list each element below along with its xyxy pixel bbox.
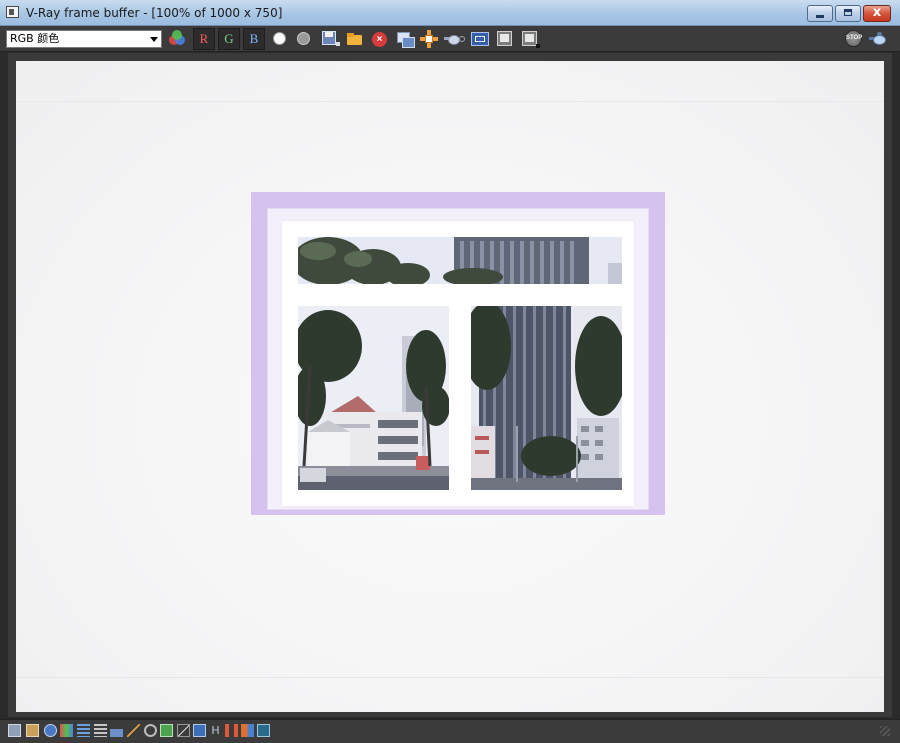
status-bar: H	[0, 719, 900, 743]
compare-a-icon[interactable]	[495, 29, 515, 49]
stop-render-icon[interactable]: STOP	[844, 29, 864, 49]
abc-split-icon[interactable]	[241, 724, 254, 737]
compare-b-icon[interactable]	[520, 29, 540, 49]
save-image-icon[interactable]	[320, 29, 340, 49]
info-icon[interactable]	[44, 724, 57, 737]
left-pane	[298, 306, 449, 490]
window-sash	[282, 221, 634, 506]
window-title: V-Ray frame buffer - [100% of 1000 x 750…	[26, 6, 283, 20]
white-circle-icon[interactable]	[270, 29, 290, 49]
window-frame	[251, 192, 665, 515]
levels-icon[interactable]	[77, 724, 90, 737]
render-viewport[interactable]	[8, 53, 892, 717]
city-view-right	[471, 306, 622, 490]
transom-pane	[298, 237, 622, 284]
stamp-icon[interactable]	[160, 724, 173, 737]
vfb-history-icon[interactable]	[8, 724, 21, 737]
lut-icon[interactable]	[60, 724, 73, 737]
track-mouse-icon[interactable]	[419, 29, 439, 49]
follow-mouse-icon[interactable]	[225, 724, 238, 737]
ocio-icon[interactable]	[257, 724, 270, 737]
minimize-button[interactable]	[807, 5, 833, 22]
render-last-icon[interactable]	[444, 29, 465, 49]
rendered-image[interactable]	[16, 61, 884, 712]
color-corrections-icon[interactable]	[26, 724, 39, 737]
histogram-icon[interactable]: H	[209, 724, 222, 737]
app-icon[interactable]	[6, 6, 19, 18]
resize-grip-icon[interactable]	[880, 726, 890, 736]
title-bar: V-Ray frame buffer - [100% of 1000 x 750…	[0, 0, 900, 26]
duplicate-to-max-icon[interactable]	[395, 29, 415, 49]
close-icon: x	[872, 5, 882, 20]
color-correction-icon[interactable]	[167, 29, 187, 49]
test-resolution-icon[interactable]	[193, 724, 206, 737]
render-teapot-icon[interactable]	[869, 29, 889, 49]
lens-effects-icon[interactable]	[144, 724, 157, 737]
window-reveal	[267, 208, 649, 510]
channel-select-value: RGB 颜色	[10, 32, 60, 45]
region-render-icon[interactable]	[470, 29, 490, 49]
curves-icon[interactable]	[94, 724, 107, 737]
compare-icon[interactable]	[177, 724, 190, 737]
stop-label: STOP	[845, 30, 862, 47]
open-image-icon[interactable]	[345, 29, 365, 49]
toolbar: RGB 颜色 R G B × STOP	[0, 26, 900, 52]
blue-channel-toggle[interactable]: B	[243, 28, 265, 50]
city-view-left	[298, 306, 449, 490]
maximize-button[interactable]	[835, 5, 861, 22]
red-channel-toggle[interactable]: R	[193, 28, 215, 50]
ceiling-edge	[16, 101, 884, 102]
floor-edge	[16, 677, 884, 678]
clear-image-icon[interactable]: ×	[370, 29, 390, 49]
right-pane	[471, 306, 622, 490]
grey-circle-icon[interactable]	[294, 29, 314, 49]
chevron-down-icon	[150, 37, 158, 42]
exposure-icon[interactable]	[110, 724, 123, 737]
green-channel-toggle[interactable]: G	[218, 28, 240, 50]
city-view-top	[298, 237, 622, 284]
close-button[interactable]: x	[863, 5, 891, 22]
channel-select[interactable]: RGB 颜色	[6, 30, 162, 48]
background-icon[interactable]	[127, 724, 140, 737]
